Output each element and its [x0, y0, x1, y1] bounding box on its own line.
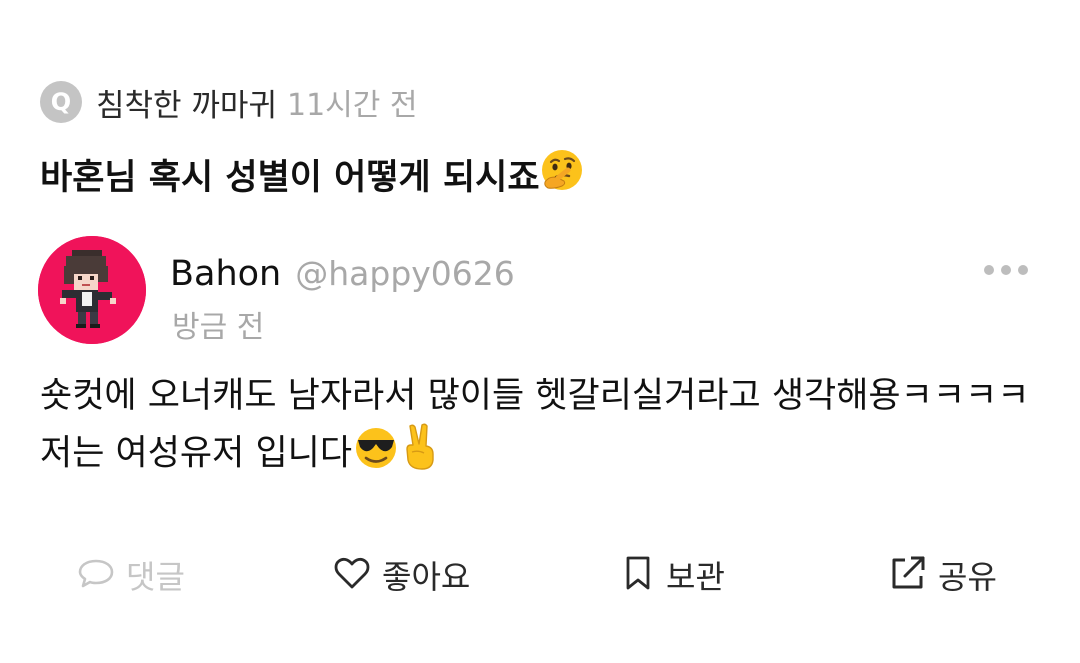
answer-text: 숏컷에 오너캐도 남자라서 많이들 헷갈리실거라고 생각해용ㅋㅋㅋㅋ 저는 여성…	[40, 376, 1030, 474]
question-badge: Q	[40, 81, 82, 123]
comment-button[interactable]: 댓글	[76, 545, 185, 605]
author-line: Bahon @happy0626	[170, 254, 515, 294]
question-time: 11시간 전	[286, 88, 418, 123]
save-label: 보관	[666, 558, 725, 596]
heart-icon	[332, 553, 372, 597]
answer-body: 숏컷에 오너캐도 남자라서 많이들 헷갈리실거라고 생각해용ㅋㅋㅋㅋ 저는 여성…	[40, 370, 1050, 487]
comment-bubble-icon	[76, 553, 116, 597]
bookmark-icon	[620, 553, 656, 597]
sunglasses-face-icon	[352, 425, 400, 484]
share-button[interactable]: 공유	[888, 545, 997, 605]
more-options-icon[interactable]	[984, 260, 1028, 280]
asker-name[interactable]: 침착한 까마귀	[96, 80, 277, 125]
comment-label: 댓글	[126, 558, 185, 596]
question-text: 바혼님 혹시 성별이 어떻게 되시죠	[40, 158, 540, 198]
question-header: Q 침착한 까마귀 11시간 전	[40, 78, 418, 126]
thinking-face-icon	[540, 148, 584, 201]
action-bar: 댓글 좋아요 보관 공유	[0, 545, 1080, 605]
author-name[interactable]: Bahon	[170, 254, 281, 294]
avatar[interactable]	[38, 236, 146, 344]
victory-hand-icon	[400, 422, 440, 487]
like-label: 좋아요	[382, 558, 471, 596]
question-title: 바혼님 혹시 성별이 어떻게 되시죠	[40, 148, 584, 201]
answer-time: 방금 전	[172, 310, 265, 345]
like-button[interactable]: 좋아요	[332, 545, 470, 605]
share-external-icon	[888, 553, 928, 597]
save-button[interactable]: 보관	[620, 545, 725, 605]
author-handle[interactable]: @happy0626	[295, 254, 515, 293]
share-label: 공유	[938, 558, 997, 596]
